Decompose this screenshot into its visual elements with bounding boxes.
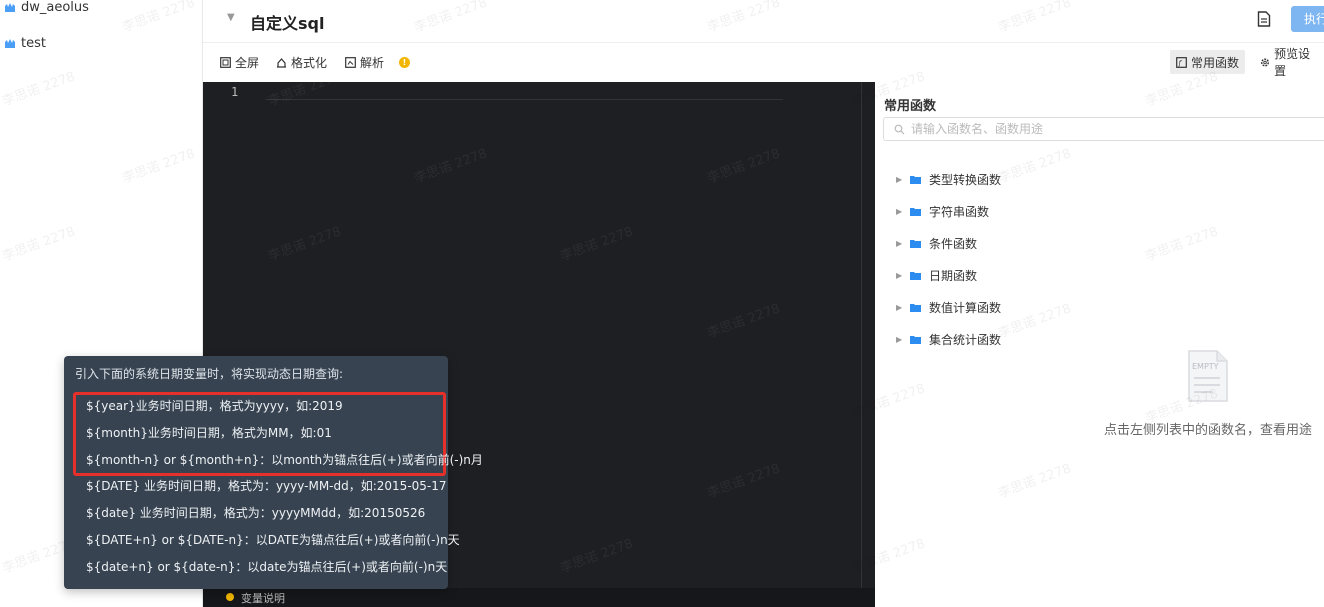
line-number: 1 [231,85,239,99]
format-icon [277,58,286,68]
tree-item-label: 条件函数 [929,237,978,251]
run-button[interactable]: 执行 [1291,6,1324,32]
tooltip-intro: 引入下面的系统日期变量时，将实现动态日期查询: [75,367,344,381]
tree-item-aggregate[interactable]: ▶ 集合统计函数 [896,331,1001,348]
tree-item-string[interactable]: ▶ 字符串函数 [896,203,989,220]
fullscreen-label: 全屏 [235,56,260,70]
svg-text:f: f [1178,59,1183,67]
tooltip-row: ${year}业务时间日期，格式为yyyy，如:2019 [86,399,343,413]
fullscreen-button[interactable]: 全屏 [220,54,259,71]
fullscreen-icon [220,57,231,68]
sidebar-item-label: dw_aeolus [21,0,89,15]
folder-icon [910,240,921,248]
tooltip-row: ${DATE+n} or ${DATE-n}：以DATE为锚点往后(+)或者向前… [86,533,460,547]
search-icon [894,124,905,134]
function-panel-title: 常用函数 [884,99,937,114]
editor-scrollbar[interactable] [861,82,862,607]
parse-button[interactable]: 解析 [345,54,384,71]
sidebar-item-test[interactable]: test [4,36,46,51]
info-dot-icon [226,593,234,601]
tree-item-label: 字符串函数 [929,205,990,219]
folder-icon [910,304,921,312]
empty-state-text: 点击左侧列表中的函数名，查看用途 [1104,423,1313,438]
tree-item-label: 日期函数 [929,269,978,283]
function-search[interactable] [883,117,1324,141]
tooltip-row: ${date} 业务时间日期，格式为：yyyyMMdd，如:20150526 [86,506,426,520]
database-icon [5,2,15,12]
folder-icon [910,336,921,344]
tree-item-condition[interactable]: ▶ 条件函数 [896,235,977,252]
function-search-input[interactable] [911,122,1291,136]
document-icon[interactable] [1257,11,1271,27]
function-panel: 常用函数 ▶ 类型转换函数 ▶ 字符串函数 ▶ 条件函数 ▶ 日期函数 ▶ 数值… [875,82,1324,607]
page-title: 自定义sql [250,14,325,33]
tooltip-row: ${month}业务时间日期，格式为MM，如:01 [86,426,332,440]
folder-icon [910,272,921,280]
caret-right-icon[interactable]: ▶ [896,303,902,312]
gear-icon [1261,57,1270,67]
tooltip-row: ${date+n} or ${date-n}：以date为锚点往后(+)或者向前… [86,560,448,574]
function-icon: f [1176,56,1187,68]
parse-icon [345,57,356,68]
tooltip-row: ${month-n} or ${month+n}：以month为锚点往后(+)或… [86,453,483,467]
sidebar-item-label: test [21,36,46,51]
tree-item-numeric[interactable]: ▶ 数值计算函数 [896,299,1001,316]
empty-state-icon: EMPTY [1188,350,1228,402]
format-button[interactable]: 格式化 [276,54,327,71]
tree-item-type-conversion[interactable]: ▶ 类型转换函数 [896,171,1001,188]
current-line [265,84,783,100]
header: ▼ 自定义sql 执行 [203,0,1324,43]
folder-icon [910,208,921,216]
sidebar-item-dw-aeolus[interactable]: dw_aeolus [4,0,89,15]
warning-icon[interactable]: ! [399,57,410,68]
caret-right-icon[interactable]: ▶ [896,207,902,216]
editor-toolbar: 全屏 格式化 解析 ! f 常用函数 预览设置 [203,43,1324,82]
date-variable-tooltip: 引入下面的系统日期变量时，将实现动态日期查询: ${year}业务时间日期，格式… [64,356,483,589]
common-functions-label: 常用函数 [1191,55,1240,70]
tree-item-label: 集合统计函数 [929,333,1002,347]
database-icon [5,38,15,48]
folder-icon [910,176,921,184]
preview-settings-label: 预览设置 [1274,47,1311,78]
tree-item-label: 类型转换函数 [929,173,1002,187]
collapse-icon[interactable]: ▼ [227,12,235,23]
caret-right-icon[interactable]: ▶ [896,175,902,184]
format-label: 格式化 [291,56,328,70]
tree-item-date[interactable]: ▶ 日期函数 [896,267,977,284]
editor-bottom-bar: 变量说明 [203,588,875,607]
tree-item-label: 数值计算函数 [929,301,1002,315]
parse-label: 解析 [360,56,385,70]
caret-right-icon[interactable]: ▶ [896,271,902,280]
preview-settings-button[interactable]: 预览设置 [1254,47,1324,78]
common-functions-button[interactable]: f 常用函数 [1170,50,1246,74]
variable-help-link[interactable]: 变量说明 [241,590,285,606]
caret-right-icon[interactable]: ▶ [896,335,902,344]
svg-text:EMPTY: EMPTY [1192,362,1219,371]
caret-right-icon[interactable]: ▶ [896,239,902,248]
tooltip-row: ${DATE} 业务时间日期，格式为：yyyy-MM-dd，如:2015-05-… [86,479,447,493]
